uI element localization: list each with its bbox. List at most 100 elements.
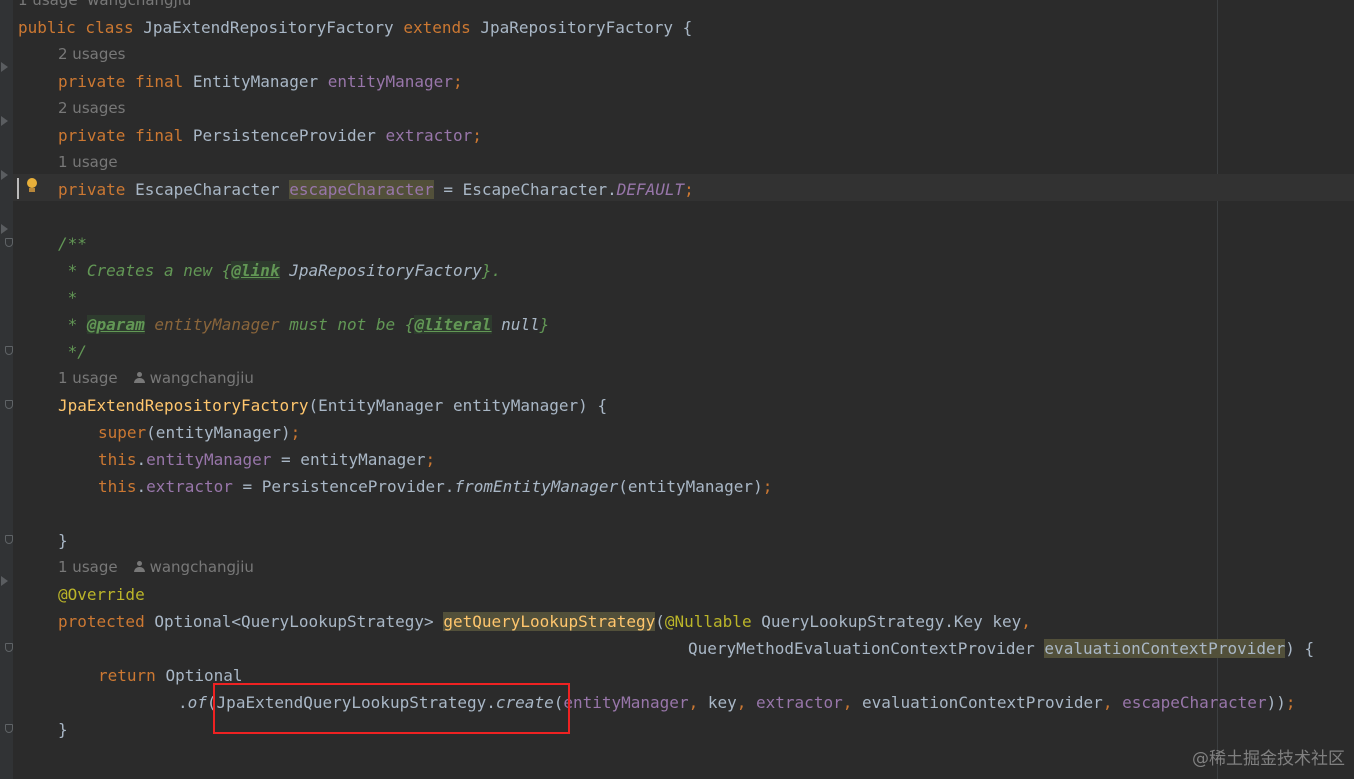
lightbulb-icon[interactable] <box>26 178 38 194</box>
author-name[interactable]: wangchangjiu <box>150 558 254 576</box>
field-name: escapeCharacter <box>289 180 434 199</box>
code-line: this.extractor = PersistenceProvider.fro… <box>98 473 772 500</box>
parameter-name: evaluationContextProvider <box>1044 639 1286 658</box>
class-name: JpaExtendRepositoryFactory <box>143 18 404 37</box>
semicolon: ; <box>425 450 436 469</box>
watermark: @稀土掘金技术社区 <box>1192 749 1345 769</box>
gutter-arrow-icon[interactable] <box>1 116 8 126</box>
usage-hint[interactable]: 1 usage wangchangjiu <box>58 554 254 581</box>
keyword: return <box>98 666 166 685</box>
author-name[interactable]: wangchangjiu <box>150 369 254 387</box>
keyword: protected <box>58 612 155 631</box>
field-name: extractor <box>756 693 843 712</box>
semicolon: ; <box>472 126 482 145</box>
code-text: JpaRepositoryFactory { <box>480 18 693 37</box>
fold-icon[interactable] <box>5 346 13 355</box>
field-name: entityManager <box>146 450 272 469</box>
fold-icon[interactable] <box>5 724 13 733</box>
annotation-line: @Override <box>58 585 145 604</box>
code-editor[interactable]: 1 usage wangchangjiu public class JpaExt… <box>0 0 1354 779</box>
constant: DEFAULT <box>616 180 685 199</box>
field-name: extractor <box>385 126 473 145</box>
fold-icon[interactable] <box>5 400 13 409</box>
usage-hint[interactable]: 2 usages <box>58 41 125 68</box>
code-text: . <box>178 693 188 712</box>
semicolon: ; <box>762 477 773 496</box>
constructor-signature-line: JpaExtendRepositoryFactory(EntityManager… <box>58 392 607 419</box>
code-text: . <box>136 477 147 496</box>
highlight-annotation-box <box>213 683 570 734</box>
gutter-arrow-icon[interactable] <box>1 576 8 586</box>
gutter-arrow-icon[interactable] <box>1 170 8 180</box>
method-signature-continuation: QueryMethodEvaluationContextProvider eva… <box>688 635 1314 662</box>
parameter-name: key <box>707 693 737 712</box>
closing-brace: } <box>58 720 68 739</box>
code-text: (entityManager) <box>618 477 763 496</box>
usage-hint[interactable]: 1 usage wangchangjiu <box>18 0 191 14</box>
field-entity-manager-line: private final EntityManager entityManage… <box>58 68 463 95</box>
closing-brace: } <box>58 531 68 550</box>
fold-icon[interactable] <box>5 238 13 247</box>
code-text: (EntityManager entityManager) { <box>308 396 608 415</box>
type-name: Optional<QueryLookupStrategy> <box>154 612 444 631</box>
code-text: . <box>136 450 147 469</box>
usage-hint[interactable]: 1 usage wangchangjiu <box>58 365 254 392</box>
javadoc-line: * <box>58 288 78 307</box>
code-text: = EscapeCharacter. <box>433 180 617 199</box>
field-name: entityManager <box>327 72 453 91</box>
right-margin-guide <box>1217 0 1218 779</box>
usage-count[interactable]: 1 usage <box>58 558 118 576</box>
doc-param: entityManager <box>144 315 280 334</box>
field-name: escapeCharacter <box>1122 693 1267 712</box>
comma: , <box>1102 693 1123 712</box>
comma: , <box>688 693 708 712</box>
doc-text: must not be <box>279 315 405 334</box>
code-text: = entityManager <box>271 450 426 469</box>
semicolon: ; <box>1285 693 1296 712</box>
doc-code: null <box>491 315 540 334</box>
javadoc-line: /** <box>58 234 87 253</box>
field-name: entityManager <box>563 693 689 712</box>
fold-icon[interactable] <box>5 535 13 544</box>
keyword: super <box>98 423 147 442</box>
usage-hint[interactable]: 1 usage <box>58 149 118 176</box>
type-name: EntityManager <box>192 72 328 91</box>
semicolon: ; <box>452 72 463 91</box>
code-text: )) <box>1266 693 1286 712</box>
doc-tag: @param <box>86 315 145 334</box>
field-escape-character-line: private EscapeCharacter escapeCharacter … <box>58 176 694 203</box>
doc-text: }. <box>481 261 502 280</box>
keyword: extends <box>403 18 481 37</box>
doc-tag: @link <box>231 261 280 280</box>
field-extractor-line: private final PersistenceProvider extrac… <box>58 122 482 149</box>
doc-code: JpaRepositoryFactory <box>279 261 482 280</box>
author-icon <box>133 561 145 573</box>
class-declaration-line: public class JpaExtendRepositoryFactory … <box>18 14 692 41</box>
static-method-call: fromEntityManager <box>454 477 619 496</box>
gutter-arrow-icon[interactable] <box>1 62 8 72</box>
semicolon: ; <box>290 423 301 442</box>
type-name: PersistenceProvider <box>192 126 386 145</box>
fold-icon[interactable] <box>5 643 13 652</box>
keyword: private final <box>58 126 193 145</box>
usage-hint[interactable]: 2 usages <box>58 95 125 122</box>
text-caret <box>17 178 19 199</box>
code-line: this.entityManager = entityManager; <box>98 446 435 473</box>
gutter-arrow-icon[interactable] <box>1 224 8 234</box>
code-line: super(entityManager); <box>98 419 300 446</box>
doc-text: { <box>221 261 232 280</box>
method-signature-line: protected Optional<QueryLookupStrategy> … <box>58 608 1031 635</box>
doc-tag: @literal <box>414 315 492 334</box>
method-name: JpaExtendRepositoryFactory <box>58 396 309 415</box>
code-text: QueryLookupStrategy.Key key <box>761 612 1022 631</box>
semicolon: ; <box>684 180 694 199</box>
code-text: (entityManager) <box>146 423 291 442</box>
annotation: @Nullable <box>664 612 762 631</box>
javadoc-line: */ <box>58 342 87 361</box>
field-name: extractor <box>146 477 233 496</box>
doc-text: { <box>404 315 415 334</box>
keyword: private final <box>58 72 193 91</box>
usage-count[interactable]: 1 usage <box>58 369 118 387</box>
keyword: this <box>98 450 137 469</box>
keyword: public class <box>18 18 144 37</box>
